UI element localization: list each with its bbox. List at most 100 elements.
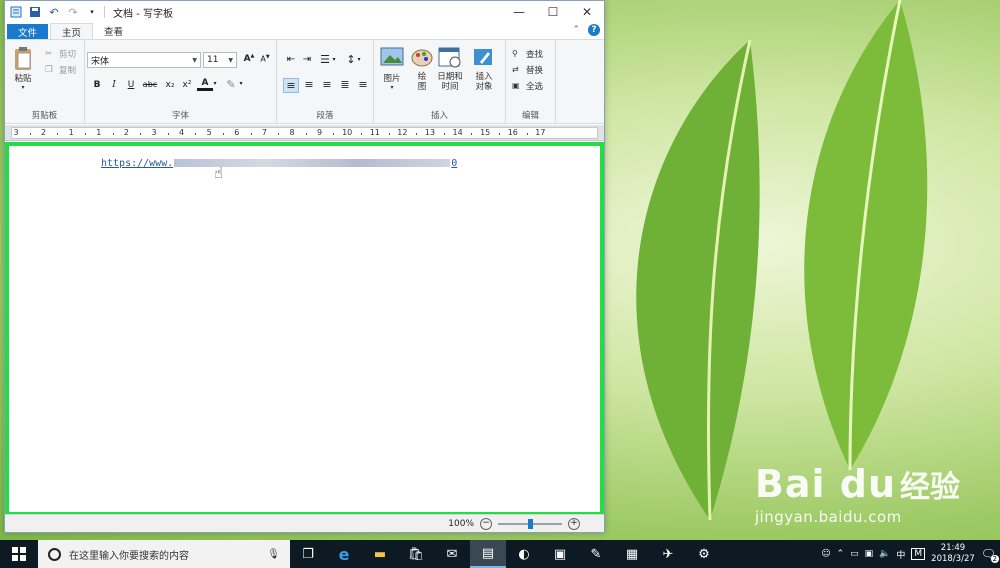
wordpad-app-icon[interactable] bbox=[8, 4, 24, 20]
paste-button[interactable]: 粘贴 ▾ bbox=[11, 46, 35, 91]
ruler-tick bbox=[305, 133, 307, 135]
ruler-number: 1 bbox=[96, 128, 102, 137]
grow-font-icon[interactable]: A▲ bbox=[241, 53, 257, 64]
ruler-tick bbox=[443, 133, 445, 135]
mail-icon[interactable]: ✉ bbox=[434, 540, 470, 568]
ruler[interactable]: 3 2 1 1 2 3 4 5 6 7 8 9 10 11 12 13 14 15 16 17 bbox=[5, 125, 604, 141]
notification-center-icon[interactable]: 🗨 2 bbox=[981, 547, 999, 563]
align-left-icon[interactable]: ≡ bbox=[283, 78, 299, 93]
ruler-number: 2 bbox=[123, 128, 129, 137]
store-icon[interactable]: 🛍 bbox=[398, 540, 434, 568]
select-all-button[interactable]: ▣ 全选 bbox=[512, 80, 543, 93]
zoom-thumb[interactable] bbox=[528, 518, 533, 529]
app-icon-2[interactable]: ▣ bbox=[542, 540, 578, 568]
save-icon[interactable] bbox=[27, 4, 43, 20]
ruler-number: 2 bbox=[41, 128, 47, 137]
paragraph-settings-icon[interactable]: ≡ bbox=[355, 78, 371, 91]
justify-icon[interactable]: ≣ bbox=[337, 78, 353, 91]
ruler-tick bbox=[140, 133, 142, 135]
increase-indent-icon[interactable]: ⇥ bbox=[299, 54, 315, 65]
ruler-number: 3 bbox=[151, 128, 157, 137]
zoom-slider[interactable] bbox=[498, 518, 562, 529]
collapse-ribbon-icon[interactable]: ⌃ bbox=[572, 25, 580, 35]
taskbar-search[interactable]: 在这里输入你要搜索的内容 🎙 bbox=[38, 540, 290, 568]
cut-button[interactable]: ✂ 剪切 bbox=[45, 48, 76, 61]
shrink-font-icon[interactable]: A▼ bbox=[257, 54, 273, 64]
ruler-tick bbox=[223, 133, 224, 135]
title-bar: ↶ ↷ ▾ 文档 - 写字板 — ☐ ✕ bbox=[5, 1, 604, 23]
picture-icon bbox=[380, 47, 404, 66]
settings-icon[interactable]: ⚙ bbox=[686, 540, 722, 568]
close-button[interactable]: ✕ bbox=[570, 1, 604, 23]
ruler-number: 11 bbox=[369, 128, 380, 137]
bullets-dropdown-icon[interactable]: ▾ bbox=[330, 56, 338, 63]
leaf-left bbox=[636, 39, 760, 521]
microphone-icon[interactable]: 🎙 bbox=[267, 549, 280, 560]
hyperlink-text[interactable]: https://www. 0 bbox=[101, 158, 457, 169]
tab-view[interactable]: 查看 bbox=[93, 23, 134, 39]
customize-qa-icon[interactable]: ▾ bbox=[84, 4, 100, 20]
ruler-tick bbox=[278, 133, 280, 135]
find-button[interactable]: ⚲ 查找 bbox=[512, 48, 543, 61]
align-center-icon[interactable]: ≡ bbox=[301, 78, 317, 91]
people-icon[interactable]: ☺ bbox=[821, 549, 830, 559]
font-color-dropdown-icon[interactable]: ▾ bbox=[211, 80, 219, 87]
highlight-dropdown-icon[interactable]: ▾ bbox=[237, 80, 245, 87]
underline-button[interactable]: U bbox=[123, 80, 139, 90]
paint-taskbar-icon[interactable]: ✎ bbox=[578, 540, 614, 568]
clock[interactable]: 21:49 2018/3/27 bbox=[931, 543, 975, 565]
ime-indicator[interactable]: 中 bbox=[896, 548, 905, 561]
paint-drawing-button[interactable]: 绘图 bbox=[410, 46, 434, 92]
network-icon[interactable]: ▣ bbox=[865, 549, 874, 559]
ruler-tick bbox=[471, 133, 473, 135]
task-view-icon[interactable]: ❐ bbox=[290, 540, 326, 568]
font-size-select[interactable]: 11 ▼ bbox=[203, 52, 237, 68]
insert-object-button[interactable]: 插入对象 bbox=[472, 46, 496, 92]
bold-button[interactable]: B bbox=[89, 80, 105, 90]
zoom-in-button[interactable]: + bbox=[568, 517, 580, 530]
replace-button[interactable]: ⇄ 替换 bbox=[512, 64, 543, 77]
app-icon-3[interactable]: ▦ bbox=[614, 540, 650, 568]
tab-home[interactable]: 主页 bbox=[50, 23, 94, 39]
document-editor[interactable]: https://www. 0 ☝ bbox=[5, 142, 604, 516]
volume-icon[interactable]: 🔈 bbox=[879, 549, 890, 559]
help-icon[interactable]: ? bbox=[588, 24, 600, 36]
ruler-number: 5 bbox=[206, 128, 212, 137]
tab-file[interactable]: 文件 bbox=[7, 24, 48, 39]
undo-icon[interactable]: ↶ bbox=[46, 4, 62, 20]
cortana-icon[interactable] bbox=[48, 547, 61, 561]
picture-button[interactable]: 图片 ▾ bbox=[380, 46, 404, 91]
ribbon: 粘贴 ▾ ✂ 剪切 ❐ 复制 剪贴板 宋体 ▼ 11 ▼ A▲ A▼ B I U ab bbox=[5, 40, 604, 124]
italic-button[interactable]: I bbox=[106, 80, 122, 90]
edge-icon[interactable]: e bbox=[326, 540, 362, 568]
font-family-select[interactable]: 宋体 ▼ bbox=[87, 52, 201, 68]
subscript-button[interactable]: x₂ bbox=[162, 80, 178, 90]
ruler-number: 16 bbox=[507, 128, 518, 137]
show-hidden-icons[interactable]: ⌃ bbox=[837, 549, 845, 559]
ruler-number: 3 bbox=[13, 128, 19, 137]
superscript-button[interactable]: x² bbox=[179, 80, 195, 90]
align-right-icon[interactable]: ≡ bbox=[319, 78, 335, 91]
strikethrough-button[interactable]: abc bbox=[140, 80, 160, 89]
app-icon-1[interactable]: ◐ bbox=[506, 540, 542, 568]
ruler-tick bbox=[250, 133, 252, 135]
decrease-indent-icon[interactable]: ⇤ bbox=[283, 54, 299, 65]
zoom-out-button[interactable]: − bbox=[480, 517, 492, 530]
insert-label: 插入 bbox=[430, 111, 448, 121]
wordpad-taskbar-icon[interactable]: ▤ bbox=[470, 540, 506, 568]
maximize-button[interactable]: ☐ bbox=[536, 1, 570, 23]
paste-icon bbox=[15, 47, 31, 70]
select-all-icon: ▣ bbox=[512, 80, 520, 90]
line-spacing-dropdown-icon[interactable]: ▾ bbox=[355, 56, 363, 63]
file-explorer-icon[interactable]: ▬ bbox=[362, 540, 398, 568]
datetime-button[interactable]: 日期和时间 bbox=[436, 46, 464, 92]
minimize-button[interactable]: — bbox=[502, 1, 536, 23]
copy-button[interactable]: ❐ 复制 bbox=[45, 64, 76, 77]
ruler-number: 14 bbox=[452, 128, 463, 137]
ruler-number: 6 bbox=[234, 128, 240, 137]
app-icon-4[interactable]: ✈ bbox=[650, 540, 686, 568]
battery-icon[interactable]: ▭ bbox=[850, 549, 859, 559]
ime-mode[interactable]: M bbox=[911, 548, 926, 560]
start-button[interactable] bbox=[0, 540, 38, 568]
redo-icon[interactable]: ↷ bbox=[65, 4, 81, 20]
